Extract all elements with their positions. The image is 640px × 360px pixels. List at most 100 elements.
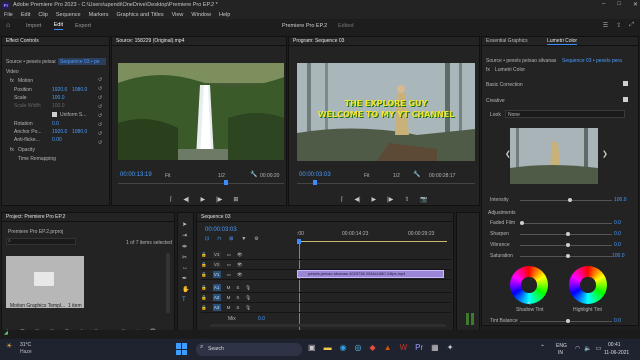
track-a3-label[interactable]: A3 (212, 304, 221, 311)
basic-correction-section[interactable]: Basic Correction (486, 82, 523, 88)
track-v2-label[interactable]: V2 (212, 261, 221, 268)
look-next-icon[interactable]: ❯ (602, 150, 608, 158)
effect-controls-tab[interactable]: Effect Controls (2, 37, 109, 46)
timeline-timecode[interactable]: 00:00:03:03 (205, 227, 237, 233)
position-x-value[interactable]: 1920.0 (52, 87, 67, 93)
app-lightgray-icon[interactable]: ✦ (447, 343, 454, 352)
minimize-icon[interactable]: – (602, 1, 605, 8)
project-bin-thumbnail[interactable] (6, 256, 84, 308)
battery-icon[interactable]: ▭ (596, 345, 602, 352)
eye-icon[interactable]: 👁 (237, 272, 243, 278)
reset-icon[interactable]: ↺ (98, 104, 104, 110)
fullscreen-icon[interactable]: ⤢ (629, 22, 634, 29)
mark-in-icon[interactable]: ⌈ (341, 196, 343, 203)
anchor-x-value[interactable]: 1920.0 (52, 129, 67, 135)
tab-edit[interactable]: Edit (53, 22, 64, 30)
uniform-scale-checkbox[interactable] (52, 112, 57, 117)
slip-tool-icon[interactable]: ↔ (182, 265, 189, 271)
project-scrollbar[interactable] (166, 253, 170, 313)
saturation-value[interactable]: 100.0 (612, 253, 625, 259)
play-icon[interactable]: ▶ (372, 196, 377, 203)
mark-in-icon[interactable]: ⌈ (170, 196, 172, 203)
step-forward-icon[interactable]: |▶ (387, 196, 393, 203)
reset-icon[interactable]: ↺ (98, 95, 104, 101)
app-red-icon[interactable]: ◆ (370, 343, 376, 352)
wrench-icon[interactable]: 🔧 (250, 171, 257, 178)
lock-icon[interactable]: 🔒 (201, 262, 207, 268)
program-fit-select[interactable]: Fit (364, 173, 370, 179)
task-view-icon[interactable]: ▣ (308, 343, 316, 352)
lock-icon[interactable]: 🔒 (201, 285, 207, 291)
tab-essential-graphics[interactable]: Essential Graphics (486, 38, 528, 44)
app-wondershare-icon[interactable]: W (400, 343, 408, 352)
mix-value[interactable]: 0.0 (258, 316, 265, 322)
intensity-value[interactable]: 100.0 (614, 197, 627, 203)
sharpen-value[interactable]: 0.0 (614, 231, 621, 237)
ripple-edit-icon[interactable]: ⇹ (182, 243, 189, 250)
project-tab[interactable]: Project: Premiere Pro EP.2 (2, 213, 174, 222)
nest-icon[interactable]: ⊡ (205, 236, 209, 242)
tab-lumetri-color[interactable]: Lumetri Color (547, 38, 578, 45)
lock-icon[interactable]: 🔒 (201, 252, 207, 258)
bin-item-name[interactable]: Motion Graphics Templ... (10, 303, 65, 309)
lift-icon[interactable]: ⇧ (404, 196, 409, 203)
track-a2-label[interactable]: A2 (212, 294, 221, 301)
workspaces-icon[interactable]: ☰ (603, 22, 608, 29)
sync-icon[interactable]: ▭ (227, 262, 231, 268)
program-playhead[interactable] (313, 180, 317, 185)
solo-icon[interactable]: S (236, 285, 239, 290)
lumetri-fx-label[interactable]: Lumetri Color (495, 67, 525, 73)
maximize-icon[interactable]: □ (617, 1, 621, 8)
play-icon[interactable]: ▶ (201, 196, 206, 203)
shadow-tint-wheel[interactable] (510, 266, 548, 304)
reset-icon[interactable]: ↺ (98, 140, 104, 146)
motion-label[interactable]: Motion (18, 78, 33, 84)
master-clip-label[interactable]: Source • peseis peixao silvanas (6, 59, 56, 65)
menu-clip[interactable]: Clip (38, 12, 47, 18)
hand-tool-icon[interactable]: ✋ (182, 286, 189, 293)
step-back-icon[interactable]: ◀| (183, 196, 189, 203)
highlight-tint-wheel[interactable] (569, 266, 607, 304)
scale-value[interactable]: 100.0 (52, 95, 65, 101)
chevron-up-icon[interactable]: ⌃ (540, 344, 545, 351)
menu-file[interactable]: File (4, 12, 13, 18)
tab-export[interactable]: Export (75, 23, 91, 29)
faded-film-track[interactable] (520, 223, 612, 224)
project-search-input[interactable] (6, 238, 76, 245)
step-back-icon[interactable]: ◀| (354, 196, 360, 203)
creative-checkbox[interactable] (623, 97, 628, 102)
snap-icon[interactable]: ⊓ (217, 236, 221, 242)
sync-icon[interactable]: ▭ (227, 252, 231, 258)
vibrance-knob[interactable] (566, 243, 570, 247)
time-remapping-label[interactable]: Time Remapping (18, 156, 56, 162)
saturation-knob[interactable] (566, 254, 570, 258)
mute-icon[interactable]: M (227, 295, 231, 300)
volume-icon[interactable]: 🔈 (584, 345, 591, 352)
source-video-frame[interactable] (118, 63, 284, 160)
position-y-value[interactable]: 1080.0 (72, 87, 87, 93)
type-tool-icon[interactable]: T (182, 297, 189, 303)
title-overlay-line2[interactable]: WELCOME TO MY YT CHANNEL (297, 110, 475, 119)
language-label[interactable]: ENG (556, 343, 567, 349)
track-v3-label[interactable]: V3 (212, 251, 221, 258)
timeline-tab[interactable]: Sequence 03 (197, 213, 453, 222)
windows-start-icon[interactable] (176, 343, 188, 355)
lumetri-source-label[interactable]: Source • pexels peixao silvanas (486, 58, 558, 64)
close-icon[interactable]: ✕ (633, 1, 638, 8)
reset-icon[interactable]: ↺ (98, 113, 104, 119)
wrench-icon[interactable]: 🔧 (413, 171, 420, 178)
source-fit-select[interactable]: Fit (165, 173, 171, 179)
marker-icon[interactable]: ▼ (241, 236, 246, 242)
work-area-bar[interactable] (297, 241, 447, 242)
export-frame-icon[interactable]: 📷 (420, 196, 427, 203)
solo-icon[interactable]: S (236, 305, 239, 310)
vibrance-value[interactable]: 0.0 (614, 242, 621, 248)
intensity-slider-knob[interactable] (568, 198, 572, 202)
basic-correction-checkbox[interactable] (623, 81, 628, 86)
sharpen-knob[interactable] (566, 232, 570, 236)
opacity-label[interactable]: Opacity (18, 147, 35, 153)
menu-window[interactable]: Window (191, 12, 211, 18)
video-clip[interactable]: peseis peixao silvanas 4023738 2048x1080… (297, 270, 444, 278)
menu-view[interactable]: View (172, 12, 184, 18)
intensity-slider-track[interactable] (520, 200, 612, 201)
